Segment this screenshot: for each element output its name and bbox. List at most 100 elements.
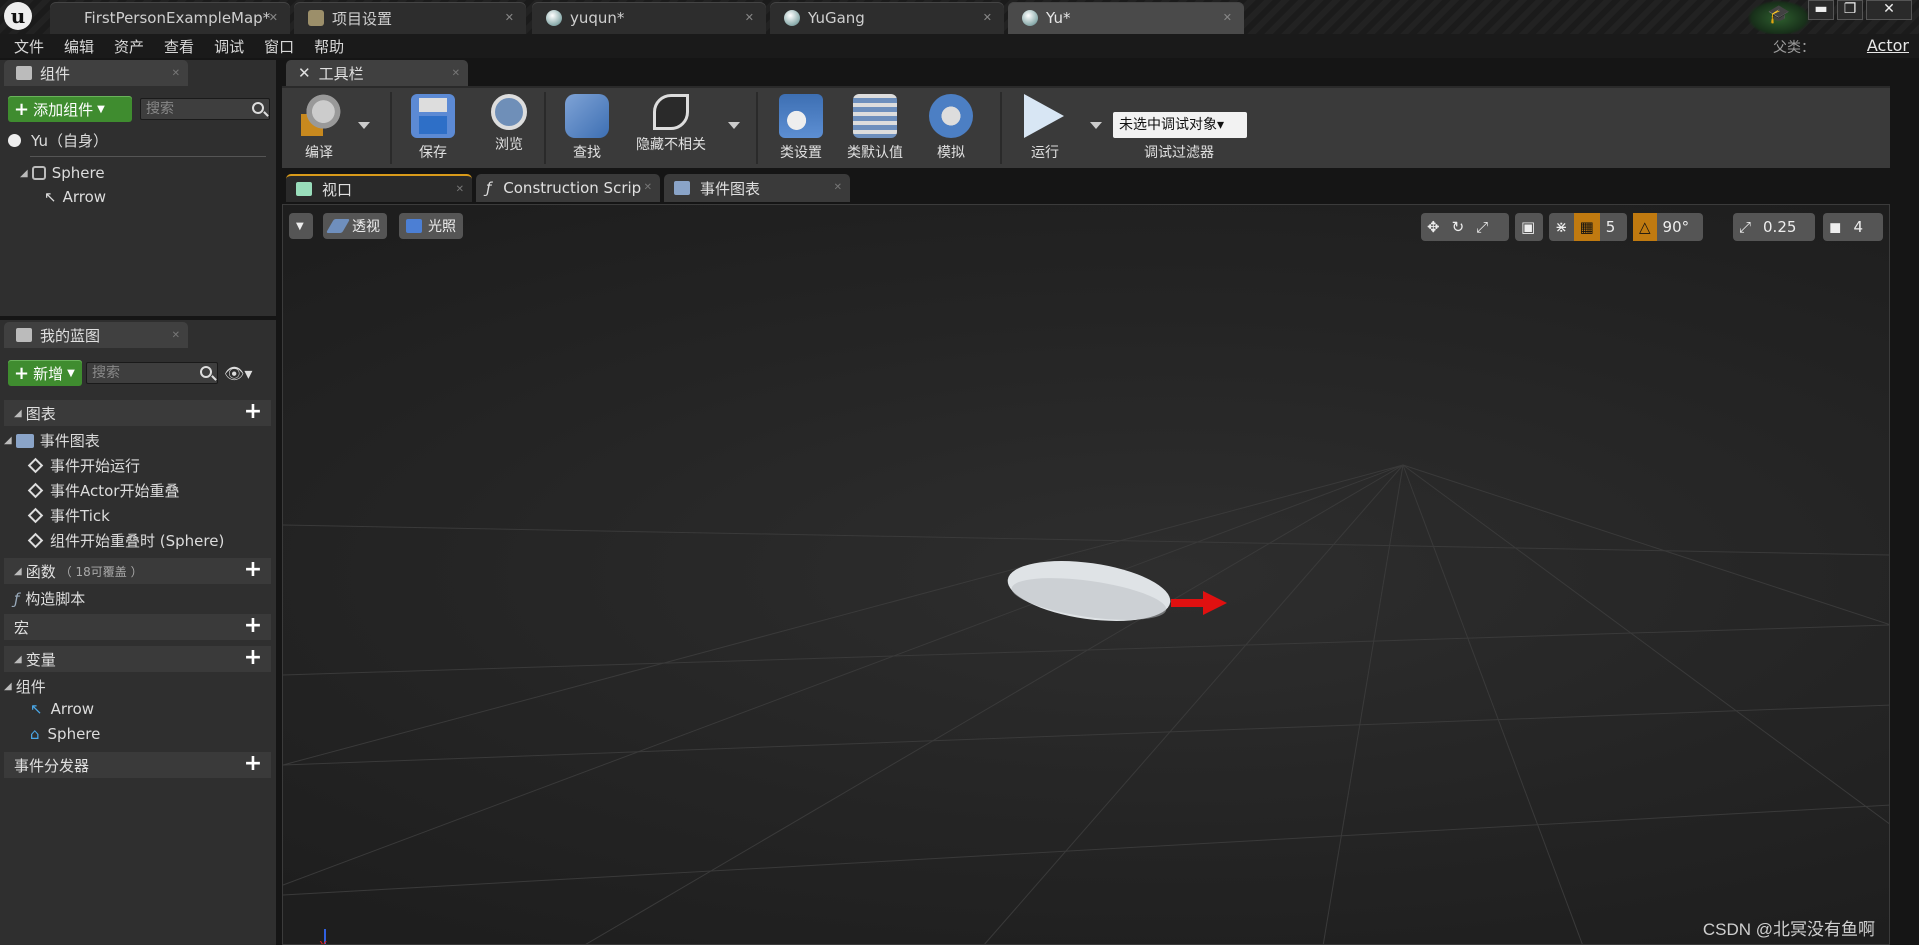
viewport-options-button[interactable]: ▼ bbox=[289, 213, 313, 239]
camera-speed-value[interactable]: 4 bbox=[1847, 213, 1869, 241]
scale-snap-icon[interactable]: ⤢ bbox=[1733, 213, 1757, 241]
play-dropdown-icon[interactable] bbox=[1090, 122, 1102, 129]
close-icon[interactable]: ✕ bbox=[745, 11, 754, 24]
translate-icon[interactable]: ✥ bbox=[1421, 213, 1446, 241]
tab-yugang[interactable]: YuGang ✕ bbox=[770, 2, 1004, 34]
rotation-snap-value[interactable]: 90° bbox=[1657, 213, 1696, 241]
lit-button[interactable]: 光照 bbox=[399, 213, 463, 239]
component-tree-item[interactable]: ◢ Sphere bbox=[20, 164, 105, 182]
tab-construction-script[interactable]: ƒ Construction Scrip ✕ bbox=[476, 174, 660, 202]
browse-button[interactable]: 浏览 bbox=[472, 92, 546, 166]
event-item[interactable]: 事件Actor开始重叠 bbox=[27, 480, 179, 501]
menu-edit[interactable]: 编辑 bbox=[54, 36, 104, 57]
expand-triangle-icon[interactable]: ◢ bbox=[4, 435, 12, 446]
expand-triangle-icon[interactable]: ◢ bbox=[14, 408, 22, 419]
eye-icon[interactable]: 👁▾ bbox=[224, 364, 252, 383]
close-icon[interactable]: ✕ bbox=[1223, 11, 1232, 24]
close-icon[interactable]: ✕ bbox=[456, 184, 464, 195]
save-button[interactable]: 保存 bbox=[396, 92, 470, 166]
rotation-snap-icon[interactable]: △ bbox=[1633, 213, 1657, 241]
components-tab[interactable]: 组件 ✕ bbox=[4, 60, 188, 86]
construction-script-item[interactable]: ƒ 构造脚本 bbox=[14, 588, 85, 609]
minimize-button[interactable]: ▬ bbox=[1808, 0, 1834, 20]
add-variable-button[interactable]: + bbox=[243, 647, 263, 669]
variable-item[interactable]: ↖ Arrow bbox=[30, 700, 94, 718]
component-root[interactable]: Yu（自身） bbox=[8, 130, 108, 151]
compile-dropdown-icon[interactable] bbox=[358, 122, 370, 129]
compile-button[interactable]: 编译 bbox=[282, 92, 356, 166]
close-icon[interactable]: ✕ bbox=[269, 11, 278, 24]
expand-triangle-icon[interactable]: ◢ bbox=[20, 168, 28, 179]
restore-button[interactable]: ❐ bbox=[1837, 0, 1863, 20]
hide-dropdown-icon[interactable] bbox=[728, 122, 740, 129]
add-macro-button[interactable]: + bbox=[243, 615, 263, 637]
rotate-icon[interactable]: ↻ bbox=[1446, 213, 1471, 241]
event-graph-item[interactable]: ◢ 事件图表 bbox=[4, 430, 100, 451]
components-group[interactable]: ◢ 组件 bbox=[4, 676, 46, 697]
close-icon[interactable]: ✕ bbox=[644, 182, 652, 193]
class-settings-button[interactable]: 类设置 bbox=[764, 92, 838, 166]
unreal-logo-icon[interactable]: u bbox=[4, 2, 32, 30]
macros-section[interactable]: 宏 + bbox=[4, 614, 271, 640]
expand-triangle-icon[interactable]: ◢ bbox=[14, 654, 22, 665]
tab-yuqun[interactable]: yuqun* ✕ bbox=[532, 2, 766, 34]
component-tree-item[interactable]: ↖ Arrow bbox=[44, 188, 106, 206]
my-blueprint-tab[interactable]: 我的蓝图 ✕ bbox=[4, 322, 188, 348]
add-dispatcher-button[interactable]: + bbox=[243, 753, 263, 775]
new-button[interactable]: + 新增 ▼ bbox=[8, 360, 82, 386]
toolbar-tab[interactable]: ✕ 工具栏 ✕ bbox=[286, 60, 468, 86]
grid-snap-value[interactable]: 5 bbox=[1600, 213, 1622, 241]
play-button[interactable]: 运行 bbox=[1008, 92, 1082, 166]
variables-section[interactable]: ◢ 变量 + bbox=[4, 646, 271, 672]
menu-file[interactable]: 文件 bbox=[0, 36, 54, 57]
hide-unrelated-button[interactable]: 隐藏不相关 bbox=[626, 92, 716, 166]
components-search-input[interactable]: 搜索 bbox=[140, 98, 270, 120]
variable-item[interactable]: ⌂ Sphere bbox=[30, 725, 100, 743]
add-component-button[interactable]: + 添加组件 ▼ bbox=[8, 96, 132, 122]
close-icon[interactable]: ✕ bbox=[834, 182, 842, 193]
perspective-button[interactable]: 透视 bbox=[323, 213, 387, 239]
debug-object-select[interactable]: 未选中调试对象▾ bbox=[1113, 112, 1247, 138]
world-cube-icon[interactable]: ▣ bbox=[1515, 213, 1541, 241]
blueprint-search-input[interactable]: 搜索 bbox=[86, 362, 218, 384]
menu-asset[interactable]: 资产 bbox=[104, 36, 154, 57]
close-icon[interactable]: ✕ bbox=[452, 68, 460, 79]
grid-snap-icon[interactable]: ▦ bbox=[1573, 213, 1600, 241]
functions-section[interactable]: ◢ 函数 （ 18可覆盖 ） + bbox=[4, 558, 271, 584]
close-window-button[interactable]: ✕ bbox=[1866, 0, 1912, 20]
menu-window[interactable]: 窗口 bbox=[254, 36, 304, 57]
close-icon[interactable]: ✕ bbox=[172, 330, 180, 341]
scale-icon[interactable]: ⤢ bbox=[1470, 213, 1494, 241]
expand-triangle-icon[interactable]: ◢ bbox=[4, 681, 12, 692]
graphs-section[interactable]: ◢ 图表 + bbox=[4, 400, 271, 426]
close-icon[interactable]: ✕ bbox=[983, 11, 992, 24]
tab-viewport[interactable]: 视口 ✕ bbox=[286, 174, 472, 202]
add-function-button[interactable]: + bbox=[243, 559, 263, 581]
dispatchers-section[interactable]: 事件分发器 + bbox=[4, 752, 271, 778]
viewport[interactable]: ▼ 透视 光照 ✥ ↻ ⤢ ▣ ⋇ ▦ 5 △ 90° ⤢ 0.25 ◼ 4 X… bbox=[282, 204, 1890, 945]
learn-cap-icon[interactable]: 🎓 bbox=[1747, 0, 1811, 36]
surface-snap-icon[interactable]: ⋇ bbox=[1549, 213, 1574, 241]
tab-first-person-map[interactable]: FirstPersonExampleMap* ✕ bbox=[50, 2, 290, 34]
menu-view[interactable]: 查看 bbox=[154, 36, 204, 57]
tab-event-graph[interactable]: 事件图表 ✕ bbox=[664, 174, 850, 202]
close-icon[interactable]: ✕ bbox=[172, 68, 180, 79]
simulate-button[interactable]: 模拟 bbox=[914, 92, 988, 166]
camera-icon[interactable]: ◼ bbox=[1823, 213, 1847, 241]
scale-snap-value[interactable]: 0.25 bbox=[1757, 213, 1802, 241]
find-button[interactable]: 查找 bbox=[550, 92, 624, 166]
tab-project-settings[interactable]: 项目设置 ✕ bbox=[294, 2, 526, 34]
search-icon[interactable] bbox=[200, 366, 212, 378]
menu-debug[interactable]: 调试 bbox=[204, 36, 254, 57]
close-icon[interactable]: ✕ bbox=[505, 11, 514, 24]
add-graph-button[interactable]: + bbox=[243, 401, 263, 423]
tab-yu[interactable]: Yu* ✕ bbox=[1008, 2, 1244, 34]
parent-class-link[interactable]: Actor bbox=[1867, 36, 1909, 55]
expand-triangle-icon[interactable]: ◢ bbox=[14, 566, 22, 577]
event-item[interactable]: 事件开始运行 bbox=[27, 455, 140, 476]
search-icon[interactable] bbox=[252, 102, 264, 114]
class-defaults-button[interactable]: 类默认值 bbox=[838, 92, 912, 166]
menu-help[interactable]: 帮助 bbox=[304, 36, 354, 57]
event-item[interactable]: 事件Tick bbox=[27, 505, 110, 526]
event-item[interactable]: 组件开始重叠时 (Sphere) bbox=[27, 530, 224, 551]
